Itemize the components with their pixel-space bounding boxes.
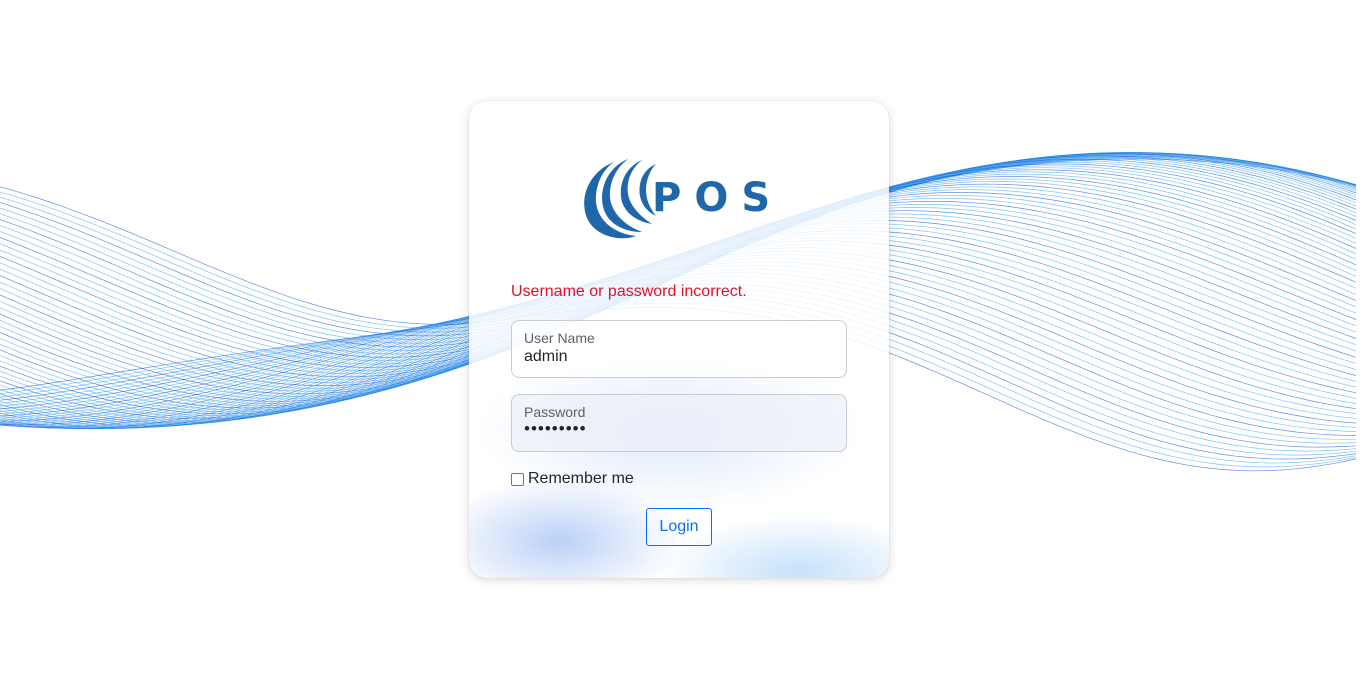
logo-text: POS	[652, 175, 784, 221]
password-value[interactable]: •••••••••	[524, 419, 587, 439]
username-field[interactable]: User Name admin	[511, 320, 847, 378]
remember-label[interactable]: Remember me	[528, 470, 634, 488]
login-button[interactable]: Login	[646, 508, 712, 546]
username-value[interactable]: admin	[524, 348, 568, 366]
remember-me[interactable]: Remember me	[511, 470, 634, 488]
password-label: Password	[524, 404, 586, 420]
username-label: User Name	[524, 330, 595, 346]
error-message: Username or password incorrect.	[511, 283, 747, 300]
logo: POS	[576, 156, 770, 241]
login-card: POS Username or password incorrect. User…	[469, 101, 889, 578]
password-field[interactable]: Password •••••••••	[511, 394, 847, 452]
swoosh-logo-icon	[584, 159, 656, 239]
remember-checkbox[interactable]	[511, 472, 524, 486]
